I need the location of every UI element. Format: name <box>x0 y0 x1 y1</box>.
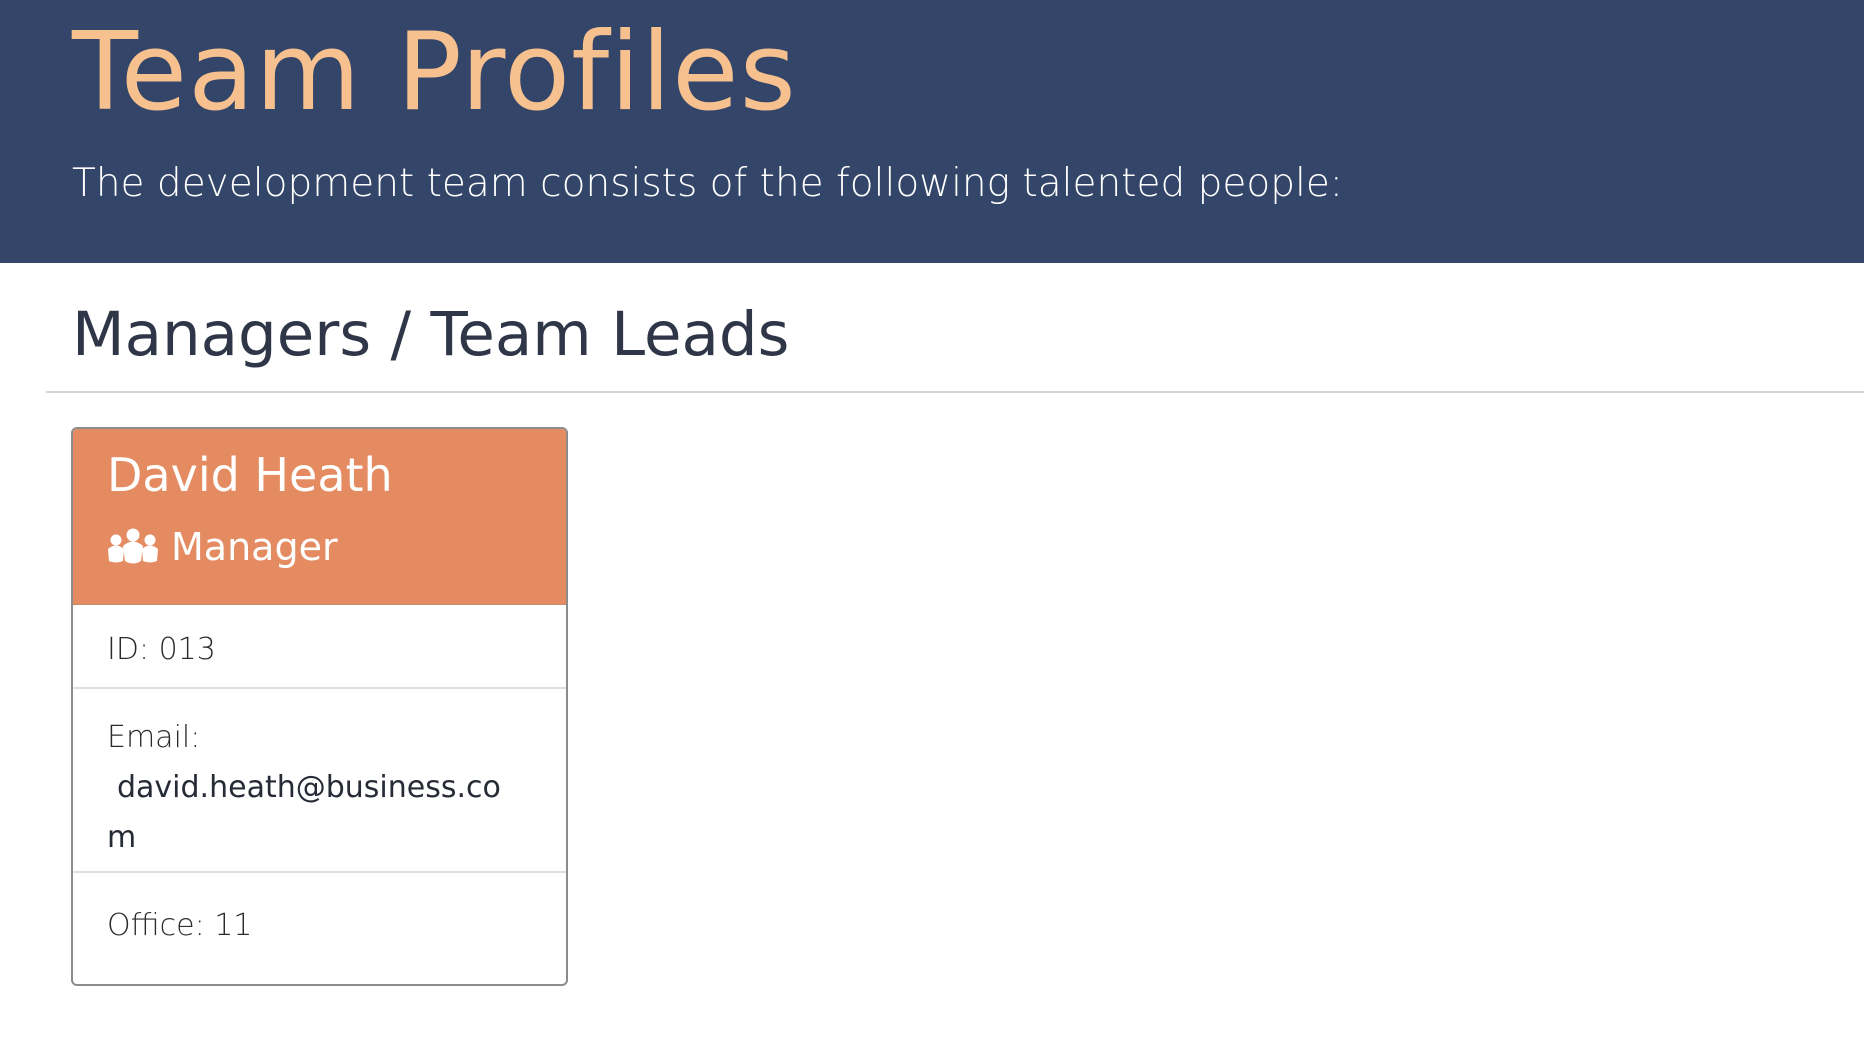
employee-role-label: Manager <box>171 525 338 569</box>
employee-email-link[interactable]: david.heath@business.com <box>107 763 517 863</box>
employee-email-row: Email: david.heath@business.com <box>73 689 566 873</box>
section-title: Managers / Team Leads <box>72 299 790 370</box>
page-header: Team Profiles The development team consi… <box>0 0 1864 263</box>
employee-card: David Heath Manager ID: 013 Email: david… <box>71 427 568 986</box>
section-divider <box>46 391 1864 393</box>
employee-role: Manager <box>107 519 338 575</box>
employee-office: Office: 11 <box>107 908 253 943</box>
employee-name: David Heath <box>107 448 393 502</box>
page-subtitle: The development team consists of the fol… <box>72 161 1343 206</box>
page-title: Team Profiles <box>72 10 797 135</box>
employee-id-row: ID: 013 <box>73 605 566 689</box>
employee-office-row: Office: 11 <box>73 873 566 984</box>
email-label: Email: <box>107 720 201 755</box>
users-icon <box>108 528 158 564</box>
card-header: David Heath Manager <box>73 429 566 605</box>
employee-id: ID: 013 <box>107 632 216 667</box>
